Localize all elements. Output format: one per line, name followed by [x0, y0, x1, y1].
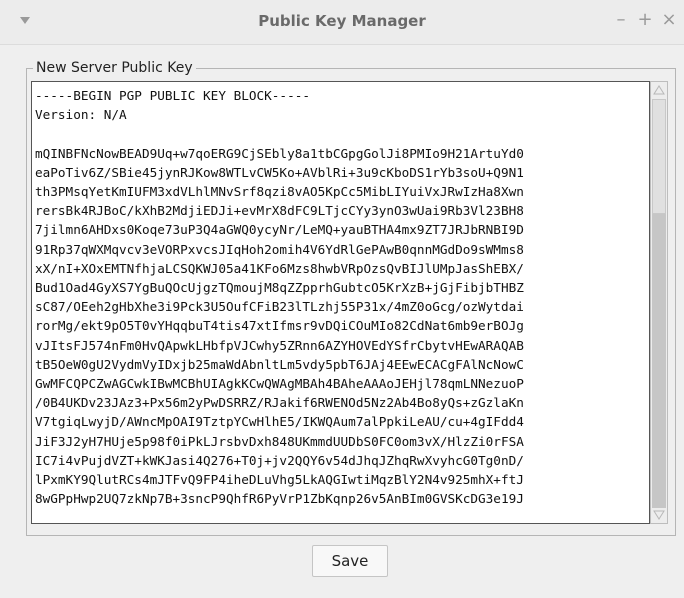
- save-button[interactable]: Save: [312, 545, 388, 577]
- scroll-down-arrow-icon[interactable]: [653, 509, 665, 521]
- scroll-up-arrow-icon[interactable]: [653, 84, 665, 96]
- window-title: Public Key Manager: [258, 12, 426, 30]
- scrollbar-thumb[interactable]: [652, 99, 666, 214]
- public-key-manager-window: Public Key Manager – + × New Server Publ…: [0, 0, 684, 598]
- close-button[interactable]: ×: [660, 8, 678, 32]
- scrollbar-track[interactable]: [652, 213, 666, 508]
- vertical-scrollbar[interactable]: [650, 81, 668, 524]
- title-bar[interactable]: Public Key Manager – + ×: [0, 0, 684, 45]
- groupbox-legend: New Server Public Key: [33, 58, 196, 78]
- minimize-button[interactable]: –: [612, 8, 630, 32]
- public-key-text[interactable]: -----BEGIN PGP PUBLIC KEY BLOCK----- Ver…: [35, 86, 649, 508]
- maximize-button[interactable]: +: [636, 8, 654, 32]
- public-key-textarea[interactable]: -----BEGIN PGP PUBLIC KEY BLOCK----- Ver…: [31, 81, 650, 524]
